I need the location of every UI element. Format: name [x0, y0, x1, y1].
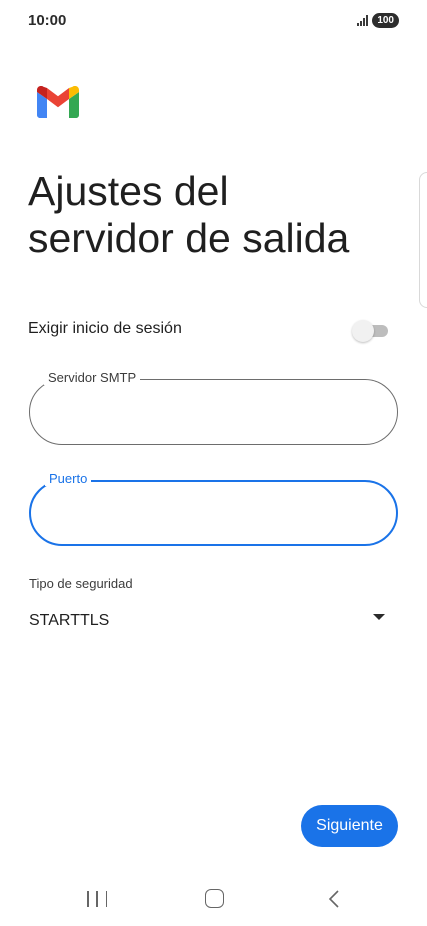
dropdown-arrow-icon: [373, 614, 385, 620]
signal-icon: [357, 15, 369, 26]
port-input[interactable]: [51, 500, 375, 530]
navigation-bar: [0, 875, 427, 925]
smtp-server-label: Servidor SMTP: [44, 370, 141, 385]
page-title: Ajustes del servidor de salida: [28, 168, 398, 262]
recent-apps-icon[interactable]: [87, 891, 107, 909]
toggle-thumb: [352, 320, 374, 342]
gmail-logo: [37, 86, 79, 118]
require-login-label: Exigir inicio de sesión: [28, 320, 182, 337]
port-label: Puerto: [45, 471, 92, 486]
security-type-label: Tipo de seguridad: [29, 576, 133, 591]
battery-icon: 100: [372, 13, 399, 28]
scroll-indicator[interactable]: [419, 172, 427, 308]
status-bar: 10:00 100: [0, 0, 427, 44]
status-time: 10:00: [28, 12, 67, 29]
back-icon[interactable]: [326, 889, 342, 909]
next-button[interactable]: Siguiente: [301, 805, 398, 847]
port-field[interactable]: Puerto: [29, 471, 398, 546]
status-icons: 100: [357, 13, 399, 28]
smtp-server-field[interactable]: Servidor SMTP: [29, 370, 398, 445]
page-title-line1: Ajustes del: [28, 168, 229, 214]
page-title-line2: servidor de salida: [28, 215, 350, 261]
require-login-row[interactable]: Exigir inicio de sesión: [28, 316, 388, 344]
security-type-value: STARTTLS: [29, 612, 110, 629]
smtp-server-input[interactable]: [50, 398, 374, 428]
security-type-dropdown[interactable]: STARTTLS: [29, 604, 389, 640]
home-icon[interactable]: [205, 889, 224, 908]
require-login-toggle[interactable]: [352, 320, 388, 342]
